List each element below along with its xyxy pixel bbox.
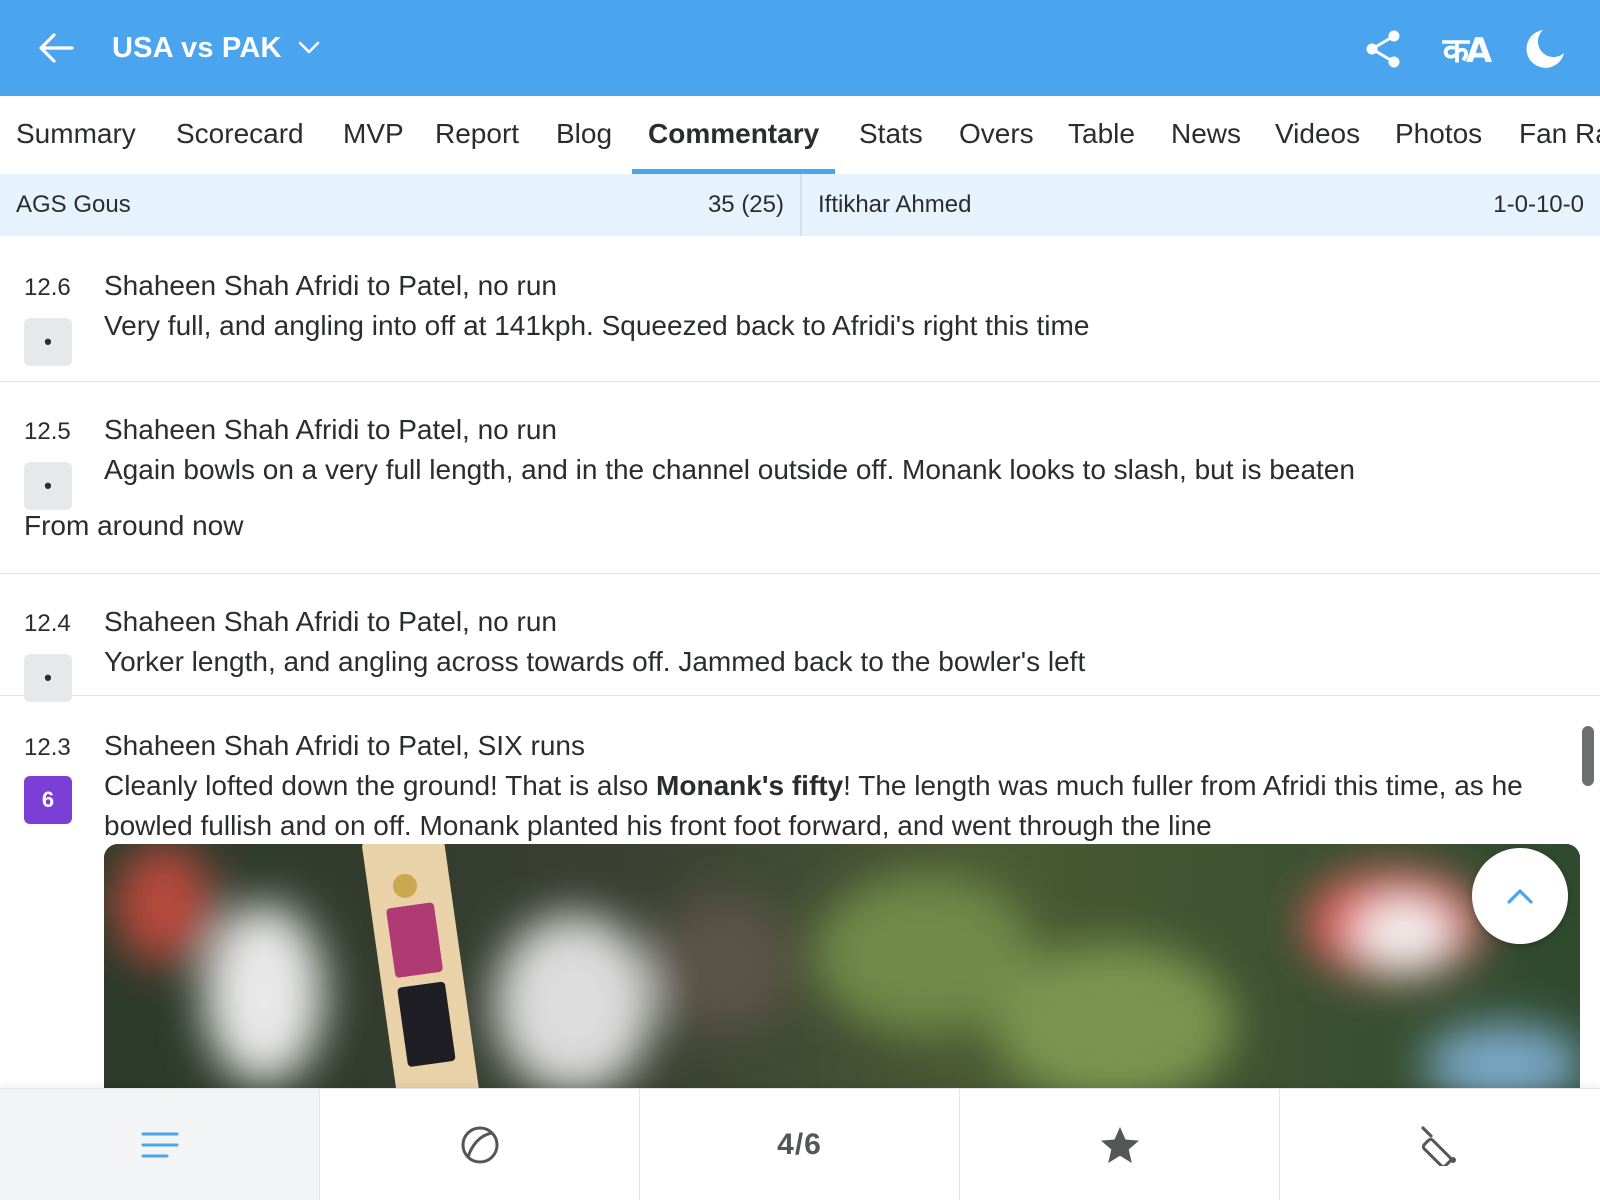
nav-over-counter[interactable]: 4/6: [640, 1089, 960, 1200]
tab-fan-ratings[interactable]: Fan Ra: [1503, 96, 1600, 174]
nav-favorites[interactable]: [960, 1089, 1280, 1200]
over-number: 12.3: [24, 734, 71, 761]
cricket-bat-icon: [1421, 1126, 1456, 1166]
scroll-top-button[interactable]: [1472, 848, 1568, 944]
ball-headline: Shaheen Shah Afridi to Patel, no run: [104, 414, 557, 445]
tab-report[interactable]: Report: [419, 96, 535, 174]
ball-description: Very full, and angling into off at 141kp…: [104, 310, 1090, 341]
desc-text-part: Cleanly lofted down the ground! That is …: [104, 770, 657, 801]
commentary-note: From around now: [0, 504, 1600, 574]
batter-score: 35 (25): [707, 191, 784, 218]
commentary-feed: 12.6 • Shaheen Shah Afridi to Patel, no …: [0, 236, 1600, 1088]
over-number: 12.5: [24, 418, 71, 445]
commentary-item: 12.6 • Shaheen Shah Afridi to Patel, no …: [0, 236, 1600, 382]
share-icon: [1366, 30, 1400, 68]
tab-photos[interactable]: Photos: [1379, 96, 1498, 174]
tab-stats[interactable]: Stats: [843, 96, 939, 174]
share-button[interactable]: [1356, 22, 1410, 76]
over-number: 12.6: [24, 274, 71, 301]
desc-text-bold: Monank's fifty: [656, 770, 844, 801]
tab-commentary[interactable]: Commentary: [632, 96, 836, 174]
ball-result-six: 6: [24, 776, 72, 824]
chevron-up-icon: [1507, 889, 1533, 904]
strip-divider: [800, 174, 802, 236]
commentary-photo[interactable]: [104, 844, 1580, 1088]
language-button[interactable]: कA: [1436, 22, 1496, 76]
commentary-item: 12.5 • Shaheen Shah Afridi to Patel, no …: [0, 382, 1600, 510]
menu-lines-icon: [141, 1132, 178, 1158]
ball-headline: Shaheen Shah Afridi to Patel, no run: [104, 606, 557, 637]
tab-scorecard[interactable]: Scorecard: [160, 96, 320, 174]
chevron-down-icon: [298, 36, 322, 60]
bottom-nav: 4/6: [0, 1088, 1600, 1200]
ball-headline: Shaheen Shah Afridi to Patel, SIX runs: [104, 730, 585, 761]
ball-description: Again bowls on a very full length, and i…: [104, 454, 1355, 485]
match-title: USA vs PAK: [112, 31, 282, 64]
note-text: From around now: [24, 510, 244, 541]
match-selector[interactable]: USA vs PAK: [112, 28, 322, 68]
nav-ball-by-ball[interactable]: [320, 1089, 640, 1200]
blurred-cricket-photo: [104, 844, 1580, 1088]
tab-news[interactable]: News: [1155, 96, 1257, 174]
scrollbar-thumb[interactable]: [1582, 726, 1594, 786]
ball-description: Yorker length, and angling across toward…: [104, 646, 1086, 677]
back-button[interactable]: [34, 26, 78, 70]
ball-description: Cleanly lofted down the ground! That is …: [104, 766, 1584, 846]
bowler-name: Iftikhar Ahmed: [818, 191, 972, 218]
commentary-item: 12.4 • Shaheen Shah Afridi to Patel, no …: [0, 574, 1600, 702]
app-bar: USA vs PAK कA: [0, 0, 1600, 96]
section-tabs: Summary Scorecard MVP Report Blog Commen…: [0, 96, 1600, 174]
ball-icon: [461, 1126, 498, 1164]
tab-overs[interactable]: Overs: [943, 96, 1050, 174]
dark-mode-button[interactable]: [1518, 22, 1572, 76]
bowler-figures: 1-0-10-0: [1493, 191, 1584, 218]
tab-summary[interactable]: Summary: [0, 96, 152, 174]
arrow-left-icon: [39, 33, 74, 63]
over-number: 12.4: [24, 610, 71, 637]
language-icon: कA: [1442, 31, 1492, 71]
tab-mvp[interactable]: MVP: [327, 96, 420, 174]
tab-videos[interactable]: Videos: [1259, 96, 1376, 174]
ball-result-dot: •: [24, 462, 72, 510]
tab-table[interactable]: Table: [1052, 96, 1151, 174]
star-icon: [1100, 1127, 1139, 1163]
ball-result-dot: •: [24, 654, 72, 702]
ball-result-dot: •: [24, 318, 72, 366]
nav-commentary-list[interactable]: [0, 1089, 320, 1200]
tab-blog[interactable]: Blog: [540, 96, 628, 174]
moon-icon: [1526, 30, 1564, 68]
score-strip: AGS Gous 35 (25) Iftikhar Ahmed 1-0-10-0: [0, 174, 1600, 236]
nav-batting[interactable]: [1280, 1089, 1600, 1200]
ball-headline: Shaheen Shah Afridi to Patel, no run: [104, 270, 557, 301]
over-counter-text: 4/6: [777, 1128, 822, 1161]
batter-name: AGS Gous: [16, 191, 131, 218]
